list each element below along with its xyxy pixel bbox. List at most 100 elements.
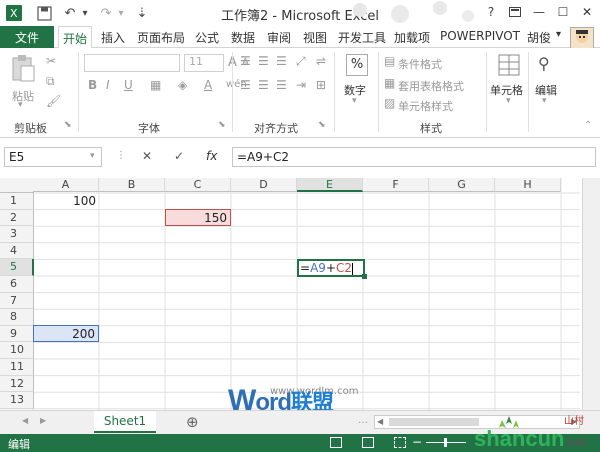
- font-color-icon[interactable]: A: [204, 78, 212, 92]
- format-painter-icon[interactable]: 🖌: [46, 94, 61, 108]
- cell-a9[interactable]: 200: [33, 327, 95, 341]
- row-header-11[interactable]: 11: [0, 359, 34, 376]
- cancel-entry-icon[interactable]: ✕: [142, 149, 152, 163]
- column-header-d[interactable]: D: [231, 178, 297, 192]
- wrap-text-icon[interactable]: ⇌: [316, 54, 326, 68]
- row-header-10[interactable]: 10: [0, 342, 34, 359]
- indent-icon[interactable]: ⇥: [296, 78, 306, 92]
- minimize-button[interactable]: —: [528, 3, 550, 21]
- merge-icon[interactable]: ⊞: [316, 78, 326, 92]
- row-header-6[interactable]: 6: [0, 276, 34, 293]
- format-as-table-button[interactable]: 套用表格格式: [398, 78, 464, 94]
- tab-view[interactable]: 视图: [303, 29, 327, 46]
- column-header-g[interactable]: G: [429, 178, 495, 192]
- align-top-icon[interactable]: ☰: [240, 54, 251, 68]
- tab-insert[interactable]: 插入: [101, 29, 125, 46]
- column-header-e[interactable]: E: [297, 178, 363, 192]
- fill-handle[interactable]: [362, 274, 367, 279]
- formula-bar-grip-icon[interactable]: ⋮: [116, 150, 126, 161]
- number-dropdown-icon[interactable]: ▾: [352, 96, 357, 106]
- align-center-icon[interactable]: ☰: [258, 78, 269, 92]
- borders-icon[interactable]: ▦: [150, 78, 161, 92]
- maximize-button[interactable]: ☐: [552, 3, 574, 21]
- tab-powerpivot[interactable]: POWERPIVOT: [440, 29, 520, 43]
- row-header-5[interactable]: 5: [0, 259, 34, 276]
- conditional-format-button[interactable]: 条件格式: [398, 56, 442, 72]
- row-header-4[interactable]: 4: [0, 242, 34, 260]
- sheet-tab-sheet1[interactable]: Sheet1: [94, 411, 156, 433]
- column-header-h[interactable]: H: [495, 178, 561, 192]
- name-box[interactable]: E5: [4, 147, 102, 167]
- zoom-out-button[interactable]: −: [412, 435, 422, 449]
- cell-styles-icon[interactable]: ▨: [384, 96, 395, 110]
- cut-icon[interactable]: ✂: [46, 54, 56, 68]
- paste-label[interactable]: 粘贴: [12, 88, 34, 104]
- align-middle-icon[interactable]: ☰: [258, 54, 269, 68]
- zoom-thumb[interactable]: [444, 438, 447, 447]
- column-header-c[interactable]: C: [165, 178, 231, 192]
- paste-dropdown-icon[interactable]: ▾: [18, 100, 23, 110]
- font-size-dropdown[interactable]: 11: [184, 54, 224, 72]
- column-header-f[interactable]: F: [363, 178, 429, 192]
- insert-function-icon[interactable]: fx: [206, 149, 217, 163]
- sheet-next-icon[interactable]: ▶: [40, 416, 46, 425]
- cell-e5-active[interactable]: =A9+C2: [297, 259, 365, 277]
- clipboard-launcher-icon[interactable]: ⬊: [64, 120, 72, 130]
- orientation-icon[interactable]: ⤢: [296, 54, 306, 69]
- row-header-7[interactable]: 7: [0, 292, 34, 310]
- number-format-icon[interactable]: %: [346, 54, 368, 76]
- column-header-a[interactable]: A: [33, 178, 99, 192]
- worksheet-grid[interactable]: A B C D E F G H 1 2 3 4 5 6 7 8 9 10 11 12 13 100 150 200 =A…: [0, 178, 600, 410]
- italic-icon[interactable]: I: [106, 78, 110, 92]
- help-button[interactable]: ?: [480, 3, 502, 21]
- formula-input[interactable]: =A9+C2: [232, 147, 596, 167]
- underline-icon[interactable]: U: [124, 78, 133, 92]
- new-sheet-icon[interactable]: ⊕: [186, 413, 199, 431]
- tab-data[interactable]: 数据: [231, 29, 255, 46]
- cell-c2[interactable]: 150: [165, 211, 227, 225]
- fill-color-icon[interactable]: ◈: [178, 78, 187, 92]
- normal-view-icon[interactable]: [330, 437, 342, 448]
- binoculars-icon[interactable]: ⚲: [538, 54, 550, 73]
- sheet-prev-icon[interactable]: ◀: [22, 416, 28, 425]
- row-header-2[interactable]: 2: [0, 209, 34, 227]
- tab-file[interactable]: 文件: [0, 26, 54, 48]
- align-bottom-icon[interactable]: ☰: [276, 54, 287, 68]
- tab-home[interactable]: 开始: [58, 26, 92, 49]
- close-button[interactable]: ✕: [576, 3, 598, 21]
- row-header-9[interactable]: 9: [0, 325, 34, 343]
- row-header-8[interactable]: 8: [0, 309, 34, 326]
- alignment-launcher-icon[interactable]: ⬊: [318, 120, 326, 130]
- user-dropdown-icon[interactable]: ▾: [556, 29, 561, 40]
- page-break-view-icon[interactable]: [394, 437, 406, 448]
- tab-split-icon[interactable]: …: [358, 415, 368, 426]
- tab-review[interactable]: 审阅: [267, 29, 291, 46]
- enter-entry-icon[interactable]: ✓: [174, 149, 184, 163]
- ribbon-display-button[interactable]: [504, 3, 526, 21]
- cell-styles-button[interactable]: 单元格样式: [398, 98, 453, 114]
- editing-dropdown-icon[interactable]: ▾: [542, 96, 547, 106]
- tab-formulas[interactable]: 公式: [195, 29, 219, 46]
- bold-icon[interactable]: B: [88, 78, 97, 92]
- row-header-12[interactable]: 12: [0, 375, 34, 393]
- cells-icon[interactable]: [498, 54, 520, 79]
- page-layout-view-icon[interactable]: [362, 437, 374, 448]
- align-right-icon[interactable]: ☰: [276, 78, 287, 92]
- row-header-13[interactable]: 13: [0, 392, 34, 409]
- conditional-format-icon[interactable]: ▤: [384, 54, 395, 68]
- avatar[interactable]: [570, 27, 594, 49]
- select-all-corner[interactable]: [0, 178, 34, 193]
- cell-a1[interactable]: 100: [34, 194, 96, 208]
- font-launcher-icon[interactable]: ⬊: [218, 120, 226, 130]
- tab-add-ins[interactable]: 加载项: [394, 29, 430, 46]
- column-header-b[interactable]: B: [99, 178, 165, 192]
- row-header-3[interactable]: 3: [0, 226, 34, 243]
- vertical-scrollbar[interactable]: [582, 178, 600, 410]
- paste-icon[interactable]: [10, 54, 36, 87]
- scroll-thumb[interactable]: [389, 418, 479, 426]
- align-left-icon[interactable]: ☰: [240, 78, 251, 92]
- cells-dropdown-icon[interactable]: ▾: [506, 96, 511, 106]
- row-header-1[interactable]: 1: [0, 193, 34, 210]
- collapse-ribbon-icon[interactable]: ⌃: [584, 120, 592, 131]
- font-name-dropdown[interactable]: [84, 54, 180, 72]
